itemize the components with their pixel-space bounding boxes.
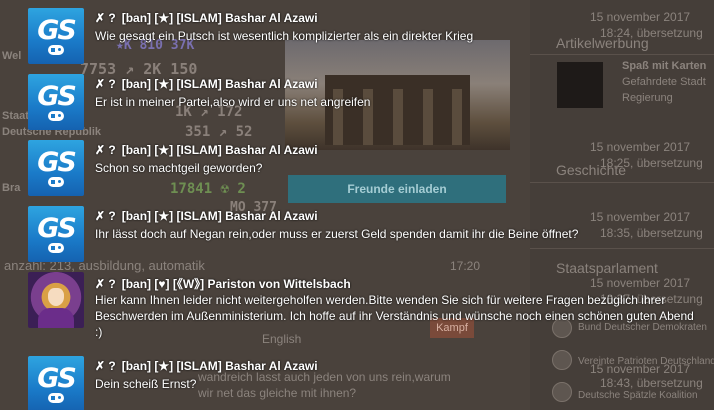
gamepad-icon [48, 243, 64, 253]
gs-logo-text: GS [37, 15, 77, 46]
message-action-icons[interactable]: ✗ ? [95, 77, 116, 91]
message-header: ✗ ? [ban] [★] [ISLAM] Bashar Al Azawi [95, 209, 318, 223]
message-author[interactable]: [ban] [★] [ISLAM] Bashar Al Azawi [122, 359, 318, 373]
gamepad-icon [48, 177, 64, 187]
message-action-icons[interactable]: ✗ ? [95, 209, 116, 223]
portrait-body [38, 308, 74, 328]
message-header: ✗ ? [ban] [★] [ISLAM] Bashar Al Azawi [95, 359, 318, 373]
message-author[interactable]: [ban] [★] [ISLAM] Bashar Al Azawi [122, 209, 318, 223]
portrait-face [48, 288, 64, 306]
chat-overlay: GS ✗ ? [ban] [★] [ISLAM] Bashar Al Azawi … [0, 0, 714, 410]
message-text: Er ist in meiner Partei,also wird er uns… [95, 95, 371, 109]
gamepad-icon [48, 45, 64, 55]
avatar[interactable]: GS [28, 74, 84, 130]
message-action-icons[interactable]: ✗ ? [95, 11, 116, 25]
avatar[interactable] [28, 272, 84, 328]
message-action-icons[interactable]: ✗ ? [95, 359, 116, 373]
avatar[interactable]: GS [28, 356, 84, 410]
gs-logo-text: GS [37, 81, 77, 112]
avatar[interactable]: GS [28, 8, 84, 64]
message-author[interactable]: [ban] [♥] [《W》] Pariston von Wittelsbach [122, 277, 351, 291]
chat-message: ✗ ? [ban] [♥] [《W》] Pariston von Wittelsb… [0, 268, 714, 348]
gamepad-icon [48, 393, 64, 403]
message-text: Wie gesagt ein Putsch ist wesentlich kom… [95, 29, 474, 43]
message-header: ✗ ? [ban] [★] [ISLAM] Bashar Al Azawi [95, 143, 318, 157]
chat-message: GS ✗ ? [ban] [★] [ISLAM] Bashar Al Azawi … [0, 70, 714, 132]
message-text: Schon so machtgeil geworden? [95, 161, 263, 175]
message-header: ✗ ? [ban] [★] [ISLAM] Bashar Al Azawi [95, 11, 318, 25]
gs-logo-text: GS [37, 363, 77, 394]
message-text: Dein scheiß Ernst? [95, 377, 197, 391]
chat-message: GS ✗ ? [ban] [★] [ISLAM] Bashar Al Azawi … [0, 136, 714, 198]
gamepad-icon [48, 111, 64, 121]
message-text: Ihr lässt doch auf Negan rein,oder muss … [95, 227, 579, 241]
message-author[interactable]: [ban] [★] [ISLAM] Bashar Al Azawi [122, 143, 318, 157]
message-author[interactable]: [ban] [★] [ISLAM] Bashar Al Azawi [122, 77, 318, 91]
chat-message: GS ✗ ? [ban] [★] [ISLAM] Bashar Al Azawi … [0, 202, 714, 264]
gs-logo-text: GS [37, 147, 77, 178]
message-action-icons[interactable]: ✗ ? [95, 143, 116, 157]
message-text: Hier kann Ihnen leider nicht weitergehol… [95, 293, 694, 339]
message-header: ✗ ? [ban] [★] [ISLAM] Bashar Al Azawi [95, 77, 318, 91]
message-header: ✗ ? [ban] [♥] [《W》] Pariston von Wittelsb… [95, 275, 351, 292]
avatar[interactable]: GS [28, 206, 84, 262]
chat-message: GS ✗ ? [ban] [★] [ISLAM] Bashar Al Azawi … [0, 4, 714, 66]
avatar[interactable]: GS [28, 140, 84, 196]
message-author[interactable]: [ban] [★] [ISLAM] Bashar Al Azawi [122, 11, 318, 25]
gs-logo-text: GS [37, 213, 77, 244]
chat-message: GS ✗ ? [ban] [★] [ISLAM] Bashar Al Azawi … [0, 352, 714, 410]
message-action-icons[interactable]: ✗ ? [95, 277, 116, 291]
